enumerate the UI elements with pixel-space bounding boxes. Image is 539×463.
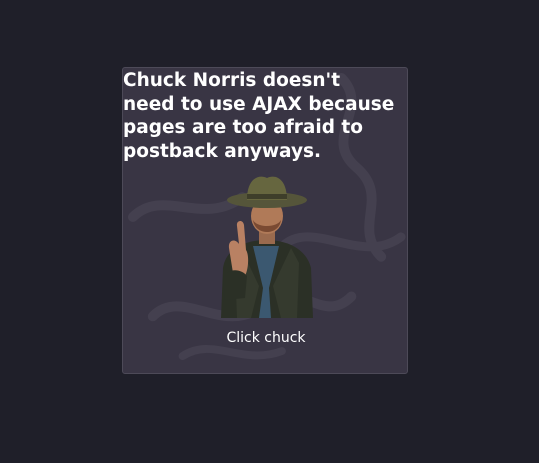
joke-card: Chuck Norris doesn't need to use AJAX be… [122,67,408,374]
chuck-norris-pointing-icon[interactable] [201,168,331,323]
joke-text: Chuck Norris doesn't need to use AJAX be… [123,70,395,162]
click-chuck-button[interactable]: Click chuck [123,330,407,346]
